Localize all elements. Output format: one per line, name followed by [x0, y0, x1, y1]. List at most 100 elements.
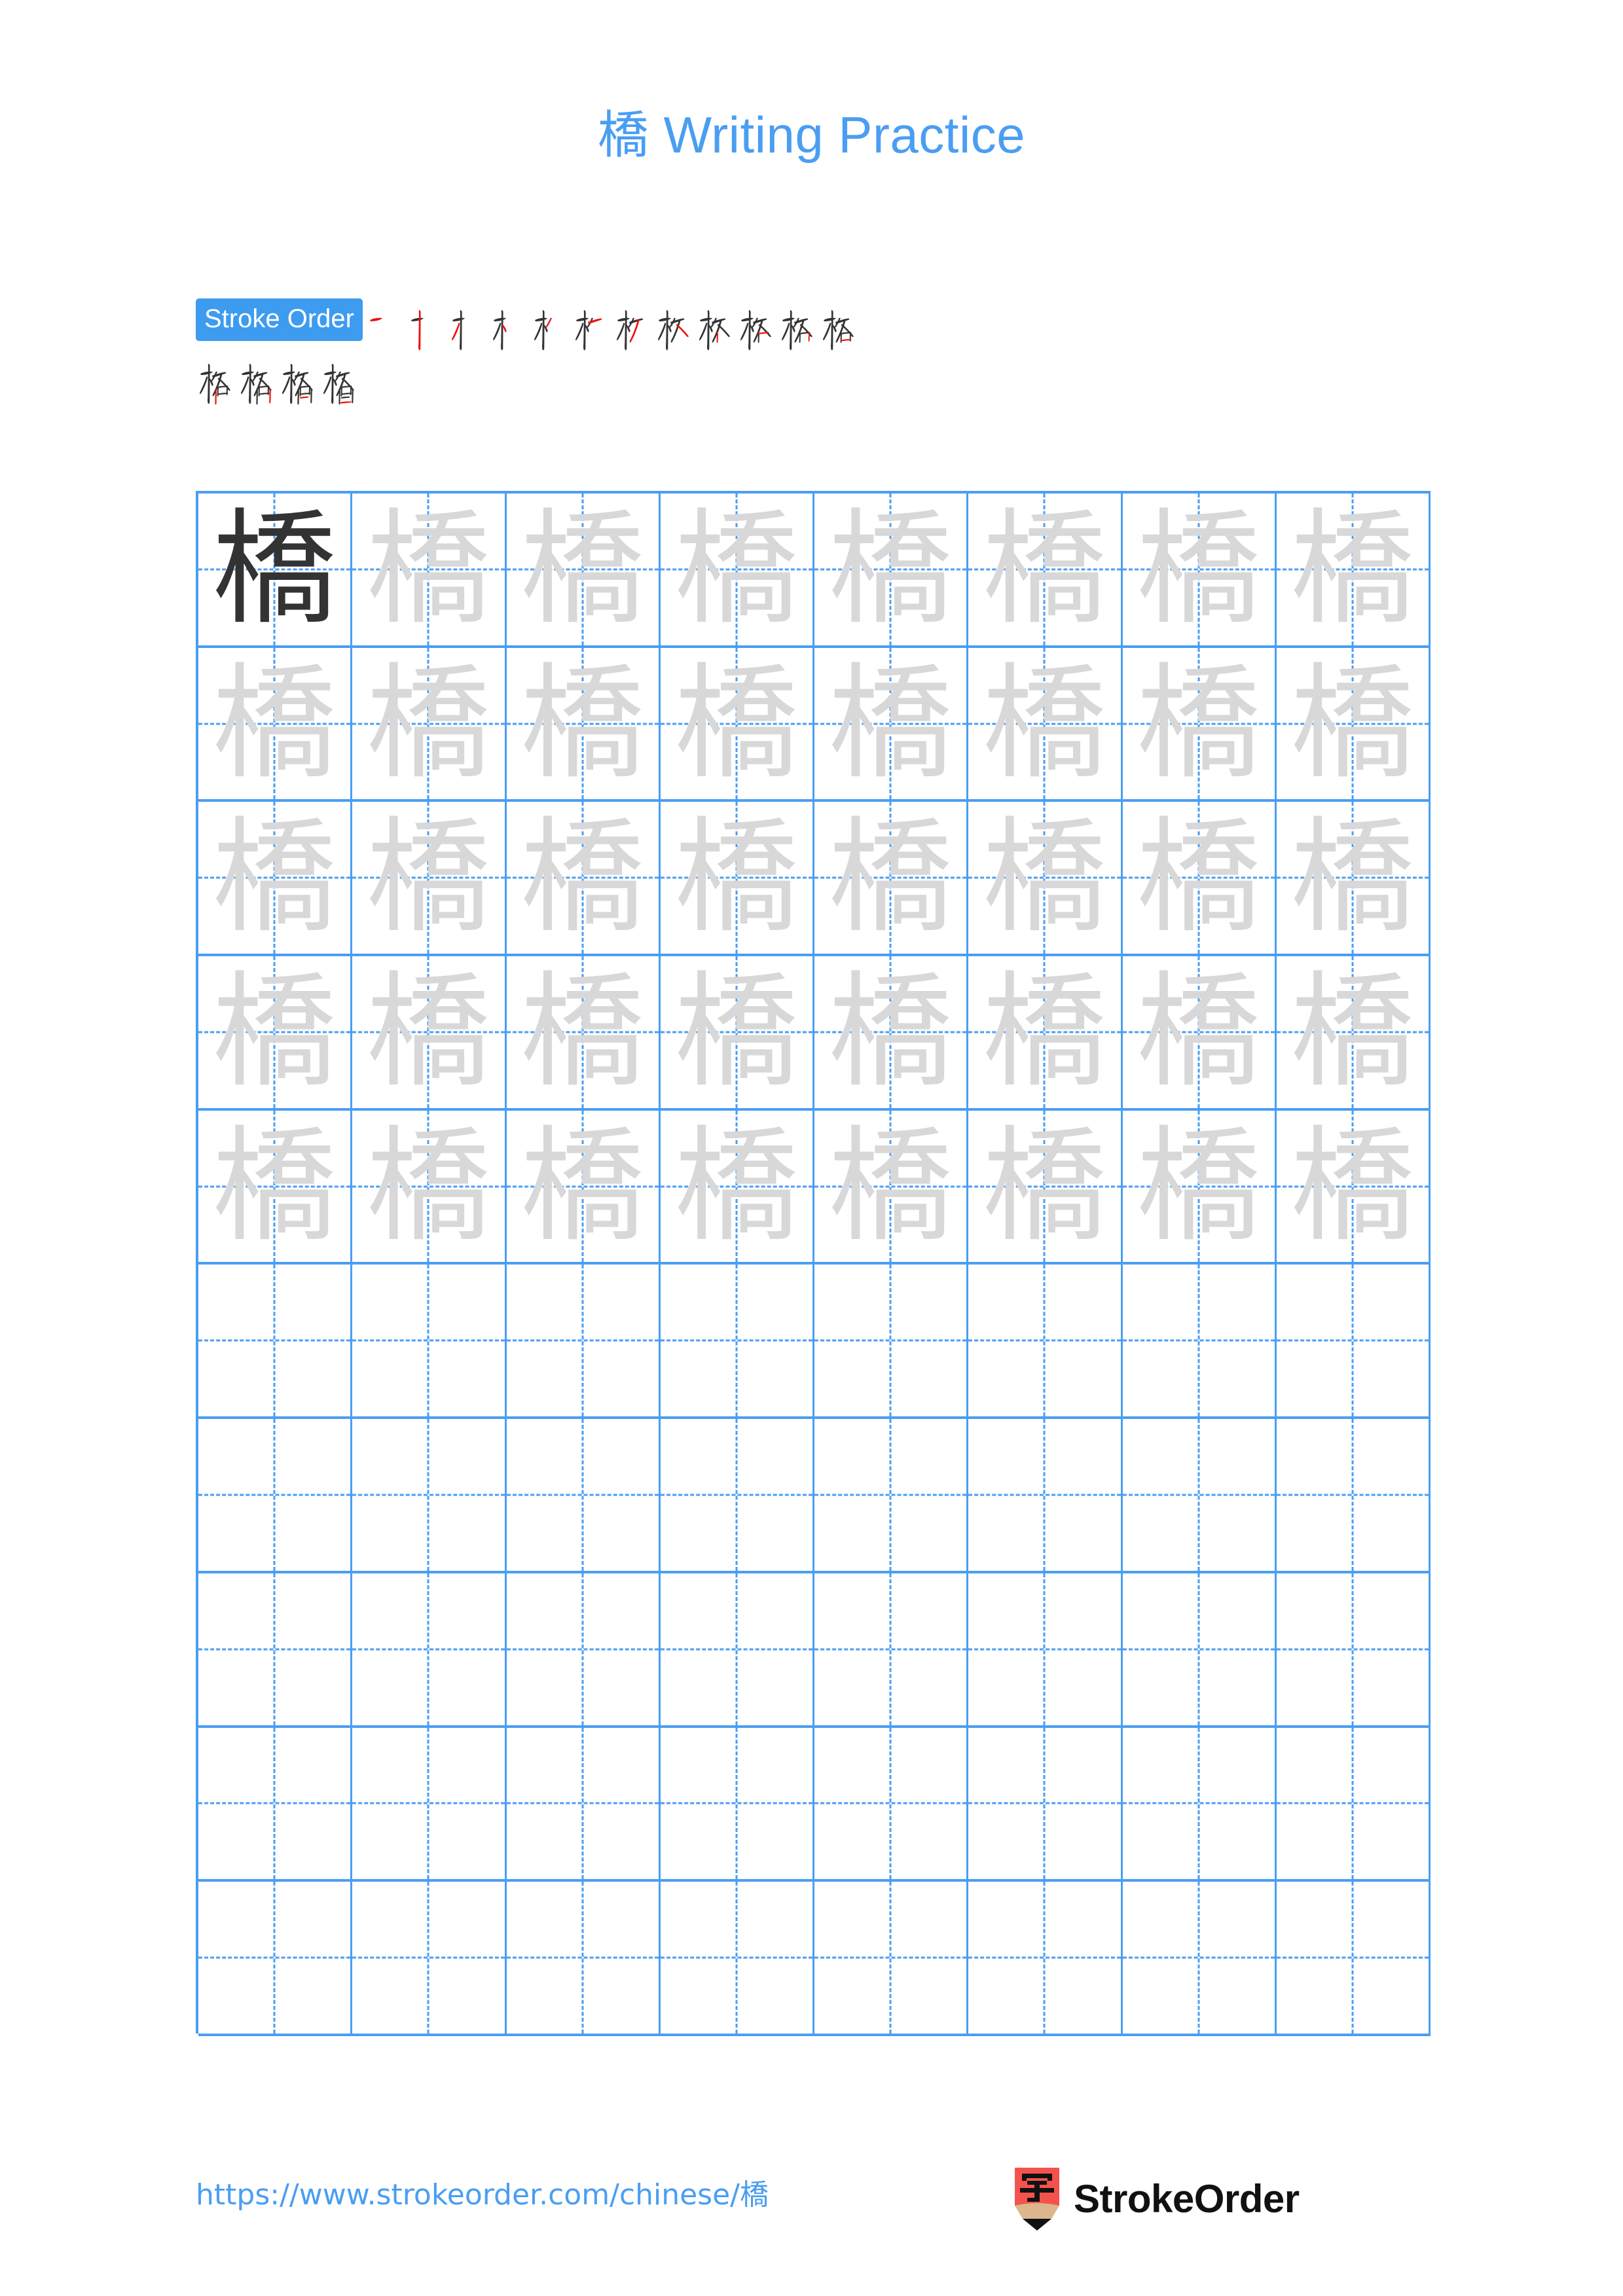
practice-cell-r7-c5[interactable]: [814, 1419, 969, 1571]
practice-cell-r6-c4[interactable]: [661, 1265, 814, 1417]
practice-cell-r8-c8[interactable]: [1277, 1573, 1431, 1725]
stroke-order-row-1: Stroke Order: [196, 298, 1440, 353]
grid-row: [198, 1882, 1431, 2036]
practice-cell-r8-c7[interactable]: [1123, 1573, 1277, 1725]
footer-url-link[interactable]: https://www.strokeorder.com/chinese/橋: [196, 2181, 769, 2210]
practice-cell-r6-c5[interactable]: [814, 1265, 969, 1417]
tracing-character: 橋: [366, 1113, 491, 1259]
practice-cell-r3-c7[interactable]: 橋: [1123, 802, 1277, 954]
practice-cell-r5-c6[interactable]: 橋: [968, 1110, 1123, 1263]
practice-cell-r4-c5[interactable]: 橋: [814, 956, 969, 1108]
practice-cell-r5-c1[interactable]: 橋: [198, 1110, 353, 1263]
practice-cell-r2-c6[interactable]: 橋: [968, 647, 1123, 800]
practice-cell-r3-c4[interactable]: 橋: [661, 802, 814, 954]
practice-cell-r3-c3[interactable]: 橋: [507, 802, 661, 954]
practice-cell-r7-c4[interactable]: [661, 1419, 814, 1571]
practice-cell-r10-c5[interactable]: [814, 1882, 969, 2034]
practice-cell-r4-c7[interactable]: 橋: [1123, 956, 1277, 1108]
practice-cell-r5-c8[interactable]: 橋: [1277, 1110, 1431, 1263]
tracing-character: 橋: [828, 496, 953, 641]
practice-cell-r7-c7[interactable]: [1123, 1419, 1277, 1571]
tracing-character: 橋: [674, 959, 799, 1104]
practice-cell-r10-c1[interactable]: [198, 1882, 353, 2034]
grid-row: 橋橋橋橋橋橋橋橋: [198, 1110, 1431, 1265]
practice-cell-r4-c3[interactable]: 橋: [507, 956, 661, 1108]
practice-cell-r9-c5[interactable]: [814, 1727, 969, 1880]
practice-cell-r6-c8[interactable]: [1277, 1265, 1431, 1417]
practice-cell-r1-c7[interactable]: 橋: [1123, 493, 1277, 645]
practice-cell-r5-c7[interactable]: 橋: [1123, 1110, 1277, 1263]
practice-cell-r4-c6[interactable]: 橋: [968, 956, 1123, 1108]
practice-cell-r9-c3[interactable]: [507, 1727, 661, 1880]
practice-cell-r8-c6[interactable]: [968, 1573, 1123, 1725]
tracing-character: 橋: [212, 651, 337, 796]
practice-cell-r3-c8[interactable]: 橋: [1277, 802, 1431, 954]
practice-cell-r8-c4[interactable]: [661, 1573, 814, 1725]
practice-cell-r2-c5[interactable]: 橋: [814, 647, 969, 800]
practice-cell-r10-c8[interactable]: [1277, 1882, 1431, 2034]
practice-cell-r7-c1[interactable]: [198, 1419, 353, 1571]
practice-cell-r2-c2[interactable]: 橋: [352, 647, 507, 800]
practice-cell-r10-c6[interactable]: [968, 1882, 1123, 2034]
practice-cell-r8-c5[interactable]: [814, 1573, 969, 1725]
practice-cell-r9-c2[interactable]: [352, 1727, 507, 1880]
practice-cell-r8-c2[interactable]: [352, 1573, 507, 1725]
stroke-order-step-14: [238, 356, 279, 407]
page-title-character: 橋: [597, 106, 649, 165]
pencil-logo-icon: [1015, 2168, 1059, 2231]
tracing-character: 橋: [520, 805, 645, 950]
practice-cell-r1-c5[interactable]: 橋: [814, 493, 969, 645]
tracing-character: 橋: [982, 496, 1107, 641]
tracing-character: 橋: [1136, 496, 1261, 641]
practice-cell-r10-c7[interactable]: [1123, 1882, 1277, 2034]
practice-cell-r8-c3[interactable]: [507, 1573, 661, 1725]
practice-cell-r6-c1[interactable]: [198, 1265, 353, 1417]
practice-cell-r3-c2[interactable]: 橋: [352, 802, 507, 954]
practice-cell-r10-c3[interactable]: [507, 1882, 661, 2034]
practice-cell-r4-c1[interactable]: 橋: [198, 956, 353, 1108]
practice-cell-r10-c2[interactable]: [352, 1882, 507, 2034]
practice-cell-r1-c8[interactable]: 橋: [1277, 493, 1431, 645]
practice-cell-r9-c8[interactable]: [1277, 1727, 1431, 1880]
tracing-character: 橋: [1136, 959, 1261, 1104]
practice-cell-r5-c2[interactable]: 橋: [352, 1110, 507, 1263]
practice-cell-r3-c5[interactable]: 橋: [814, 802, 969, 954]
practice-cell-r1-c6[interactable]: 橋: [968, 493, 1123, 645]
practice-cell-r6-c6[interactable]: [968, 1265, 1123, 1417]
practice-cell-r5-c3[interactable]: 橋: [507, 1110, 661, 1263]
practice-cell-r6-c2[interactable]: [352, 1265, 507, 1417]
grid-row: 橋橋橋橋橋橋橋橋: [198, 802, 1431, 957]
practice-cell-r7-c3[interactable]: [507, 1419, 661, 1571]
practice-cell-r2-c4[interactable]: 橋: [661, 647, 814, 800]
practice-cell-r3-c6[interactable]: 橋: [968, 802, 1123, 954]
practice-cell-r1-c2[interactable]: 橋: [352, 493, 507, 645]
practice-cell-r9-c4[interactable]: [661, 1727, 814, 1880]
practice-cell-r1-c3[interactable]: 橋: [507, 493, 661, 645]
practice-cell-r9-c1[interactable]: [198, 1727, 353, 1880]
practice-cell-r6-c3[interactable]: [507, 1265, 661, 1417]
tracing-character: 橋: [1290, 1113, 1415, 1259]
stroke-order-step-6: [573, 302, 613, 353]
practice-cell-r10-c4[interactable]: [661, 1882, 814, 2034]
practice-cell-r4-c4[interactable]: 橋: [661, 956, 814, 1108]
practice-cell-r2-c7[interactable]: 橋: [1123, 647, 1277, 800]
practice-cell-r9-c6[interactable]: [968, 1727, 1123, 1880]
practice-cell-r7-c8[interactable]: [1277, 1419, 1431, 1571]
practice-cell-r2-c8[interactable]: 橋: [1277, 647, 1431, 800]
practice-cell-r6-c7[interactable]: [1123, 1265, 1277, 1417]
practice-cell-r2-c3[interactable]: 橋: [507, 647, 661, 800]
practice-cell-r1-c1[interactable]: 橋: [198, 493, 353, 645]
practice-cell-r5-c5[interactable]: 橋: [814, 1110, 969, 1263]
tracing-character: 橋: [828, 651, 953, 796]
practice-cell-r3-c1[interactable]: 橋: [198, 802, 353, 954]
practice-cell-r7-c2[interactable]: [352, 1419, 507, 1571]
practice-cell-r2-c1[interactable]: 橋: [198, 647, 353, 800]
practice-cell-r4-c2[interactable]: 橋: [352, 956, 507, 1108]
practice-cell-r1-c4[interactable]: 橋: [661, 493, 814, 645]
practice-cell-r5-c4[interactable]: 橋: [661, 1110, 814, 1263]
tracing-character: 橋: [982, 959, 1107, 1104]
practice-cell-r8-c1[interactable]: [198, 1573, 353, 1725]
practice-cell-r9-c7[interactable]: [1123, 1727, 1277, 1880]
practice-cell-r4-c8[interactable]: 橋: [1277, 956, 1431, 1108]
practice-cell-r7-c6[interactable]: [968, 1419, 1123, 1571]
